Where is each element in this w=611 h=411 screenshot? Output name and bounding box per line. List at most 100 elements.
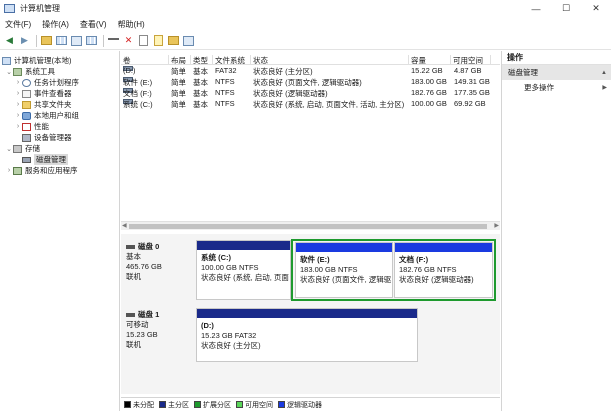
column-header-capacity[interactable]: 容量 xyxy=(409,55,451,65)
menu-action[interactable]: 操作(A) xyxy=(42,19,69,30)
tree-item-local-users[interactable]: › 本地用户和组 xyxy=(14,110,79,121)
expand-arrow-icon[interactable]: › xyxy=(14,79,22,86)
partition-c[interactable]: 系统 (C:) 100.00 GB NTFS 状态良好 (系统, 启动, 页面 xyxy=(196,240,291,300)
column-header-layout[interactable]: 布局 xyxy=(169,55,191,65)
volume-row[interactable]: 系统 (C:) 简单 基本 NTFS 状态良好 (系统, 启动, 页面文件, 活… xyxy=(121,99,500,109)
clock-icon xyxy=(22,78,31,87)
partition-f[interactable]: 文档 (F:) 182.76 GB NTFS 状态良好 (逻辑驱动器) xyxy=(394,242,493,298)
tree-item-storage[interactable]: ⌄ 存储 xyxy=(5,143,40,154)
logical-drive-bar xyxy=(296,243,392,252)
column-header-filesystem[interactable]: 文件系统 xyxy=(213,55,251,65)
disk-0-label[interactable]: 磁盘 0 基本 465.76 GB 联机 xyxy=(124,240,194,300)
expand-arrow-icon[interactable]: › xyxy=(14,101,22,108)
connect-icon[interactable] xyxy=(107,34,120,47)
volume-layout: 简单 xyxy=(171,100,186,109)
tree-item-event-viewer[interactable]: › 事件查看器 xyxy=(14,88,72,99)
collapse-arrow-icon[interactable]: ⌄ xyxy=(5,145,13,153)
legend-swatch xyxy=(278,401,285,408)
volume-label: (D:) xyxy=(123,66,136,75)
list-icon[interactable] xyxy=(182,34,195,47)
volume-status: 状态良好 (逻辑驱动器) xyxy=(253,89,328,98)
expand-arrow-icon[interactable]: › xyxy=(14,90,22,97)
column-header-status[interactable]: 状态 xyxy=(251,55,409,65)
column-header-type[interactable]: 类型 xyxy=(191,55,213,65)
open-icon[interactable] xyxy=(167,34,180,47)
tree-item-root[interactable]: 计算机管理(本地) xyxy=(2,55,72,66)
back-arrow-icon[interactable]: ◀ xyxy=(3,34,16,47)
scroll-left-icon[interactable]: ◀ xyxy=(122,222,127,229)
legend-label: 主分区 xyxy=(168,401,189,409)
forward-arrow-icon[interactable]: ▶ xyxy=(18,34,31,47)
partition-status: 状态良好 (逻辑驱动器) xyxy=(399,275,474,284)
menu-view[interactable]: 查看(V) xyxy=(80,19,107,30)
tools-icon xyxy=(13,67,22,76)
horizontal-scrollbar[interactable]: ◀ ▶ xyxy=(121,221,500,230)
expand-arrow-icon[interactable]: › xyxy=(14,123,22,130)
volume-filesystem: FAT32 xyxy=(215,66,237,75)
legend-label: 扩展分区 xyxy=(203,401,231,409)
partition-d[interactable]: (D:) 15.23 GB FAT32 状态良好 (主分区) xyxy=(196,308,418,362)
volume-filesystem: NTFS xyxy=(215,99,235,108)
tree-item-shared-folders[interactable]: › 共享文件夹 xyxy=(14,99,72,110)
view-icon[interactable] xyxy=(85,34,98,47)
more-actions-link[interactable]: 更多操作 xyxy=(502,80,611,94)
volume-row[interactable]: 软件 (E:) 简单 基本 NTFS 状态良好 (页面文件, 逻辑驱动器) 18… xyxy=(121,77,500,87)
partition-size: 183.00 GB NTFS xyxy=(300,265,358,274)
device-manager-icon xyxy=(22,133,31,142)
collapse-arrow-icon[interactable]: ⌄ xyxy=(5,68,13,76)
column-header-free-space[interactable]: 可用空间 xyxy=(451,55,491,65)
new-file-icon[interactable] xyxy=(152,34,165,47)
disk-management-pane: 卷 布局 类型 文件系统 状态 容量 可用空间 (D:) 简单 基本 FAT32… xyxy=(121,51,500,411)
expand-arrow-icon[interactable]: › xyxy=(14,112,22,119)
legend-swatch xyxy=(236,401,243,408)
primary-partition-bar xyxy=(197,241,290,250)
toolbar-separator xyxy=(103,34,104,47)
legend-item: 可用空间 xyxy=(236,400,273,410)
partition-status: 状态良好 (页面文件, 逻辑驱 xyxy=(300,275,392,284)
volume-row[interactable]: (D:) 简单 基本 FAT32 状态良好 (主分区) 15.22 GB 4.8… xyxy=(121,66,500,76)
close-button[interactable]: ✕ xyxy=(581,0,611,17)
volume-row[interactable]: 文档 (F:) 简单 基本 NTFS 状态良好 (逻辑驱动器) 182.76 G… xyxy=(121,88,500,98)
menu-help[interactable]: 帮助(H) xyxy=(118,19,145,30)
minimize-button[interactable]: — xyxy=(521,0,551,17)
volume-type: 基本 xyxy=(193,67,208,76)
tree-item-device-manager[interactable]: 设备管理器 xyxy=(22,132,72,143)
column-header-volume[interactable]: 卷 xyxy=(121,55,169,65)
legend-swatch xyxy=(194,401,201,408)
tree-item-services-apps[interactable]: › 服务和应用程序 xyxy=(5,165,78,176)
help-icon[interactable] xyxy=(70,34,83,47)
volume-layout: 简单 xyxy=(171,67,186,76)
delete-icon[interactable]: ✕ xyxy=(122,34,135,47)
scroll-right-icon[interactable]: ▶ xyxy=(494,222,499,229)
volume-label: 文档 (F:) xyxy=(123,89,152,98)
primary-partition-bar xyxy=(197,309,417,318)
disk-state: 联机 xyxy=(126,272,141,281)
tree-item-task-scheduler[interactable]: › 任务计划程序 xyxy=(14,77,79,88)
tree-item-performance[interactable]: › 性能 xyxy=(14,121,49,132)
tree-item-disk-management[interactable]: 磁盘管理 xyxy=(22,154,68,165)
partition-name: (D:) xyxy=(201,321,214,330)
actions-section-disk-management[interactable]: 磁盘管理 xyxy=(502,65,611,80)
legend-label: 未分配 xyxy=(133,401,154,409)
disk-1-label[interactable]: 磁盘 1 可移动 15.23 GB 联机 xyxy=(124,308,194,368)
properties-icon[interactable] xyxy=(137,34,150,47)
volume-type: 基本 xyxy=(193,100,208,109)
volume-status: 状态良好 (主分区) xyxy=(253,67,313,76)
scrollbar-thumb[interactable] xyxy=(129,224,487,229)
expand-arrow-icon[interactable]: › xyxy=(5,167,13,174)
legend-swatch xyxy=(159,401,166,408)
partition-e[interactable]: 软件 (E:) 183.00 GB NTFS 状态良好 (页面文件, 逻辑驱 xyxy=(295,242,393,298)
volume-list-header: 卷 布局 类型 文件系统 状态 容量 可用空间 xyxy=(121,53,500,65)
console-tree: 计算机管理(本地) ⌄ 系统工具 › 任务计划程序 › 事件查看器 › 共享文件… xyxy=(0,51,120,411)
tree-label: 存储 xyxy=(25,144,40,153)
volume-label: 系统 (C:) xyxy=(123,100,153,109)
menu-file[interactable]: 文件(F) xyxy=(5,19,31,30)
tree-label: 事件查看器 xyxy=(34,89,72,98)
console-tree-icon[interactable] xyxy=(55,34,68,47)
tree-label: 共享文件夹 xyxy=(34,100,72,109)
title-bar: 计算机管理 — ☐ ✕ xyxy=(0,0,611,17)
tree-item-system-tools[interactable]: ⌄ 系统工具 xyxy=(5,66,55,77)
up-folder-icon[interactable] xyxy=(40,34,53,47)
maximize-button[interactable]: ☐ xyxy=(551,0,581,17)
tree-label: 计算机管理(本地) xyxy=(14,56,72,65)
